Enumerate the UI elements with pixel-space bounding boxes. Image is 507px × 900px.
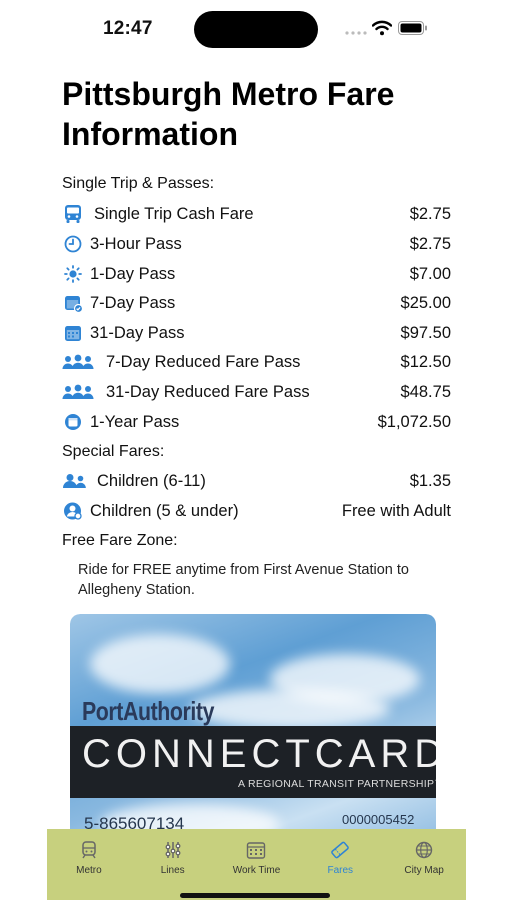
fare-row: Children (6-11) $1.35	[62, 469, 451, 493]
fare-label: 31-Day Reduced Fare Pass	[106, 382, 310, 401]
fares-screen[interactable]: Pittsburgh Metro Fare Information Single…	[0, 0, 507, 900]
tab-label: City Map	[404, 865, 444, 876]
card-tagline: A REGIONAL TRANSIT PARTNERSHIP™	[238, 778, 436, 790]
page-title: Pittsburgh Metro Fare Information	[62, 76, 395, 152]
fare-row: 7-Day Reduced Fare Pass $12.50	[62, 350, 451, 374]
tab-label: Lines	[160, 865, 185, 876]
tab-lines[interactable]: Lines	[131, 829, 215, 900]
train-icon	[82, 841, 96, 859]
calendar-check-icon	[62, 292, 84, 314]
fare-row: 1-Day Pass $7.00	[62, 262, 451, 286]
tab-bar: Metro Lines Work Time Fares City Map	[47, 829, 466, 900]
sun-icon	[62, 263, 84, 285]
section-special-fares: Special Fares:	[62, 443, 165, 460]
card-name: CONNECTCARD	[82, 732, 436, 776]
fare-row: 31-Day Reduced Fare Pass $48.75	[62, 380, 451, 404]
fare-price: $97.50	[400, 323, 451, 342]
connectcard: PortAuthority CONNECTCARD A REGIONAL TRA…	[70, 614, 436, 844]
tab-city-map[interactable]: City Map	[382, 829, 466, 900]
tab-fares[interactable]: Fares	[298, 829, 382, 900]
fare-row: 7-Day Pass $25.00	[62, 291, 451, 315]
clock-icon	[62, 233, 84, 255]
home-indicator	[180, 893, 330, 898]
fare-label: Single Trip Cash Fare	[94, 204, 254, 223]
free-zone-description: Ride for FREE anytime from First Avenue …	[78, 562, 409, 598]
calendar-icon	[62, 322, 84, 344]
tab-work-time[interactable]: Work Time	[215, 829, 299, 900]
connectcard-image: PortAuthority CONNECTCARD A REGIONAL TRA…	[70, 614, 436, 844]
fare-price: $2.75	[409, 234, 451, 253]
fare-row: Children (5 & under) Free with Adult	[62, 499, 451, 523]
fare-price: $2.75	[409, 204, 451, 223]
globe-icon	[415, 841, 433, 859]
fare-row: 1-Year Pass $1,072.50	[62, 410, 451, 434]
fare-price: $25.00	[400, 293, 451, 312]
fare-row: Single Trip Cash Fare $2.75	[62, 202, 451, 226]
bus-icon	[62, 203, 84, 225]
tab-label: Fares	[327, 865, 354, 876]
fare-label: 7-Day Pass	[90, 293, 176, 312]
fare-row: 3-Hour Pass $2.75	[62, 232, 451, 256]
section-single-trip: Single Trip & Passes:	[62, 175, 215, 192]
group-icon	[62, 351, 94, 373]
fare-price: Free with Adult	[341, 501, 451, 520]
fare-label: 1-Year Pass	[90, 412, 180, 431]
fare-label: 1-Day Pass	[90, 264, 176, 283]
lines-icon	[165, 842, 181, 858]
fare-label: Children (6-11)	[97, 471, 206, 490]
tab-label: Work Time	[232, 865, 281, 876]
fare-label: 7-Day Reduced Fare Pass	[106, 352, 301, 371]
card-brand: PortAuthority	[82, 696, 215, 726]
fare-label: Children (5 & under)	[90, 501, 239, 520]
fare-price: $48.75	[400, 382, 451, 401]
section-free-fare-zone: Free Fare Zone:	[62, 532, 178, 549]
calendar-circle-icon	[62, 411, 84, 433]
fare-price: $12.50	[400, 352, 451, 371]
child-circle-icon	[62, 500, 84, 522]
tab-label: Metro	[76, 865, 102, 876]
fare-price: $1.35	[409, 471, 451, 490]
calendar-grid-icon	[247, 842, 266, 859]
card-serial: 0000005452	[342, 812, 415, 827]
fare-row: 31-Day Pass $97.50	[62, 321, 451, 345]
tab-metro[interactable]: Metro	[47, 829, 131, 900]
fare-price: $7.00	[409, 264, 451, 283]
fare-price: $1,072.50	[377, 412, 451, 431]
group-icon	[62, 381, 94, 403]
children-icon	[62, 470, 88, 492]
ticket-icon	[331, 841, 350, 859]
fare-label: 31-Day Pass	[90, 323, 185, 342]
fare-label: 3-Hour Pass	[90, 234, 182, 253]
